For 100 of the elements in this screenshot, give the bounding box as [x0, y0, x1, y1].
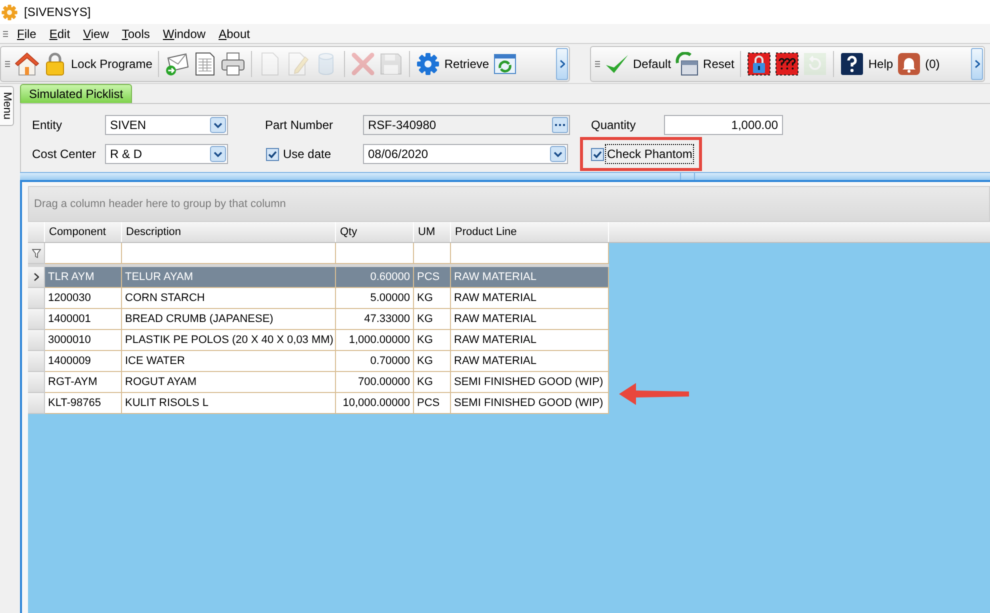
table-cell-text: RAW MATERIAL [454, 332, 537, 348]
table-row[interactable]: KLT-98765 KULIT RISOLS L 10,000.00000 PCS SEMI FINISHED GOOD (WIP) [28, 393, 609, 414]
padlock-icon [43, 52, 67, 76]
notifications-button[interactable]: (0) [895, 48, 942, 80]
reset-button[interactable]: Reset [673, 48, 736, 80]
table-cell-text: KG [417, 312, 433, 327]
splitter-bar[interactable] [20, 172, 990, 180]
table-cell-text: 0.70000 [370, 354, 410, 369]
table-cell-text: TLR AYM [48, 270, 94, 285]
table-cell-text: SEMI FINISHED GOOD (WIP) [454, 374, 604, 390]
field-label: Cost Center [32, 147, 96, 161]
table-row[interactable]: 1400009 ICE WATER 0.70000 KG RAW MATERIAL [28, 351, 609, 372]
table-cell-text: CORN STARCH [125, 290, 205, 306]
table-cell-text: PLASTIK PE POLOS (20 X 40 X 0,03 MM) [125, 332, 334, 348]
use-date-checkbox[interactable]: Use date [266, 145, 332, 163]
overflow-button[interactable] [971, 48, 983, 80]
menu-item[interactable]: View [83, 24, 109, 42]
help-button[interactable]: Help [838, 48, 896, 80]
bell-icon [897, 52, 922, 76]
table-cell-text: KLT-98765 [48, 396, 102, 411]
table-cell-text: 5.00000 [370, 290, 410, 306]
table-cell-text: ROGUT AYAM [125, 374, 197, 390]
table-cell-text: PCS [417, 270, 440, 285]
field-label: Quantity [591, 118, 636, 132]
table-cell-text: 3000010 [48, 332, 91, 348]
group-by-panel: Drag a column header here to group by that column [28, 186, 990, 222]
table-cell-text: 1400001 [48, 312, 91, 327]
chevron-right-icon [560, 60, 564, 68]
cost-center-dropdown[interactable]: R & D [105, 144, 228, 164]
filter-cell[interactable] [414, 243, 451, 264]
menu-item[interactable]: Tools [122, 24, 150, 42]
table-cell-text: KULIT RISOLS L [125, 396, 209, 411]
gear-icon [416, 52, 440, 76]
menu-item[interactable]: About [218, 24, 250, 42]
part-number-field[interactable]: RSF-340980 [363, 115, 570, 135]
chevron-down-icon [550, 146, 566, 162]
cross-icon [351, 52, 376, 76]
table-cell-text: RGT-AYM [48, 374, 98, 390]
table-cell-text: KG [417, 290, 433, 306]
menu-item[interactable]: File [17, 24, 36, 42]
overflow-button[interactable] [556, 48, 568, 80]
table-cell-text: 0.60000 [370, 270, 410, 285]
field-label: Part Number [265, 118, 334, 132]
table-cell-text: 1,000.00000 [348, 332, 410, 348]
table-row[interactable]: RGT-AYM ROGUT AYAM 700.00000 KG SEMI FINISHED GOOD (WIP) [28, 372, 609, 393]
browse-button[interactable] [552, 117, 568, 133]
table-row[interactable]: 1400001 BREAD CRUMB (JAPANESE) 47.33000 KG RAW MATERIAL [28, 309, 609, 330]
table-cell-text: KG [417, 354, 433, 369]
table-cell-text: RAW MATERIAL [454, 290, 537, 306]
table-cell-text: 10,000.00000 [342, 396, 410, 411]
filter-icon [32, 248, 40, 258]
table-row[interactable]: 1200030 CORN STARCH 5.00000 KG RAW MATERIAL [28, 288, 609, 309]
lock-button[interactable]: Lock Programe [41, 48, 154, 80]
window-title: [SIVENSYS] [24, 4, 91, 21]
table-cell-text: ICE WATER [125, 354, 185, 369]
column-header[interactable]: Description [122, 222, 336, 242]
grip-icon[interactable] [594, 60, 600, 66]
default-button[interactable]: Default [603, 48, 674, 80]
table-cell-text: RAW MATERIAL [454, 354, 537, 369]
padlock-tile-icon [747, 52, 772, 76]
envelope-icon [165, 52, 190, 76]
filter-cell[interactable] [122, 243, 336, 264]
window-arrow-icon [675, 52, 700, 76]
retrieve-button[interactable]: Retrieve [414, 48, 492, 80]
column-header[interactable]: Component [45, 222, 122, 242]
column-header[interactable]: UM [414, 222, 451, 242]
table-cell-text: KG [417, 374, 433, 390]
table-cell-text: RAW MATERIAL [454, 312, 537, 327]
app-gear-icon [1, 4, 18, 20]
filter-cell[interactable] [45, 243, 122, 264]
table-cell-text: KG [417, 332, 433, 348]
column-header[interactable]: Qty [336, 222, 414, 242]
date-field[interactable]: 08/06/2020 [363, 144, 568, 164]
chevron-right-icon [34, 273, 38, 281]
filter-cell[interactable] [336, 243, 414, 264]
house-icon [15, 52, 39, 76]
side-tab[interactable]: Menu [0, 86, 14, 126]
chevron-down-icon [210, 117, 226, 133]
menu-item[interactable]: Window [162, 24, 206, 42]
chevron-right-icon [974, 60, 980, 68]
pencil-document-icon [286, 52, 310, 76]
table-cell-text: 700.00000 [358, 374, 410, 390]
column-header[interactable]: Product Line [451, 222, 609, 242]
grip-icon[interactable] [4, 60, 10, 66]
chevron-down-icon [210, 146, 226, 162]
printer-icon [221, 52, 246, 76]
filter-row-header[interactable] [28, 243, 45, 264]
tab[interactable]: Simulated Picklist [20, 84, 132, 103]
window-arrows-icon [493, 52, 518, 76]
row-indicator[interactable] [28, 267, 45, 288]
table-cell-text: 47.33000 [364, 312, 410, 327]
menu-item[interactable]: Edit [49, 24, 70, 42]
grip-icon[interactable] [2, 30, 8, 36]
filter-cell[interactable] [451, 243, 609, 264]
table-row[interactable]: TLR AYM TELUR AYAM 0.60000 PCS RAW MATERIAL [28, 267, 609, 288]
quantity-field[interactable]: 1,000.00 [664, 115, 783, 135]
entity-dropdown[interactable]: SIVEN [105, 115, 228, 135]
table-row[interactable]: 3000010 PLASTIK PE POLOS (20 X 40 X 0,03 MM) 1,000.00000 KG RAW MATERIAL [28, 330, 609, 351]
table-cell-text: TELUR AYAM [125, 270, 194, 285]
table-cell-text: BREAD CRUMB (JAPANESE) [125, 312, 274, 327]
